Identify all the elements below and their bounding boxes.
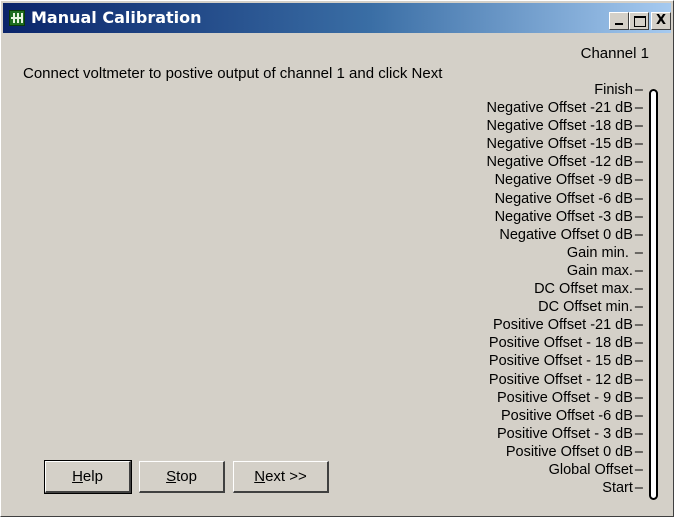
- step-label: Positive Offset - 12 dB –: [488, 371, 643, 388]
- step-label: Gain max. –: [566, 262, 643, 279]
- step-label: Negative Offset 0 dB –: [499, 226, 643, 243]
- minimize-button[interactable]: [609, 12, 629, 30]
- calibration-progress-bar: [649, 89, 658, 500]
- step-label: Negative Offset -3 dB –: [494, 208, 643, 225]
- step-label: Positive Offset 0 dB –: [505, 443, 643, 460]
- instruction-text: Connect voltmeter to postive output of c…: [23, 65, 443, 82]
- close-icon: X: [655, 13, 667, 28]
- step-label: Finish –: [594, 82, 643, 98]
- step-label: Gain min. –: [566, 244, 643, 261]
- step-label: Negative Offset -6 dB –: [494, 190, 643, 207]
- help-button[interactable]: Help: [44, 460, 132, 494]
- step-label: DC Offset min. –: [538, 299, 643, 316]
- calibration-steps-list: Finish – Negative Offset -21 dB – Negative…: [486, 81, 643, 497]
- manual-calibration-window: Manual Calibration X Channel 1 Connect v…: [0, 0, 674, 517]
- step-label: Global Offset –: [548, 461, 643, 478]
- step-label: Negative Offset -12 dB –: [486, 154, 643, 171]
- maximize-button[interactable]: [629, 12, 649, 30]
- step-label: Positive Offset -6 dB –: [501, 407, 643, 424]
- app-grid-icon: [9, 10, 25, 26]
- step-label: DC Offset max. –: [534, 281, 643, 298]
- step-label: Negative Offset -15 dB –: [486, 136, 643, 153]
- step-label: Positive Offset - 15 dB –: [488, 353, 643, 370]
- title-bar[interactable]: Manual Calibration X: [3, 3, 671, 33]
- step-label: Positive Offset -21 dB –: [492, 317, 643, 334]
- step-label: Negative Offset -9 dB –: [494, 172, 643, 189]
- step-label: Positive Offset - 3 dB –: [496, 425, 643, 442]
- step-label: Positive Offset - 18 dB –: [488, 335, 643, 352]
- step-label: Start –: [602, 480, 643, 497]
- window-title: Manual Calibration: [31, 8, 202, 27]
- channel-label: Channel 1: [580, 45, 649, 62]
- step-label: Negative Offset -21 dB –: [486, 100, 643, 117]
- step-label: Positive Offset - 9 dB –: [496, 389, 643, 406]
- next-button[interactable]: Next >>: [233, 461, 329, 493]
- step-label: Negative Offset -18 dB –: [486, 118, 643, 135]
- close-button[interactable]: X: [651, 12, 671, 30]
- stop-button[interactable]: Stop: [139, 461, 225, 493]
